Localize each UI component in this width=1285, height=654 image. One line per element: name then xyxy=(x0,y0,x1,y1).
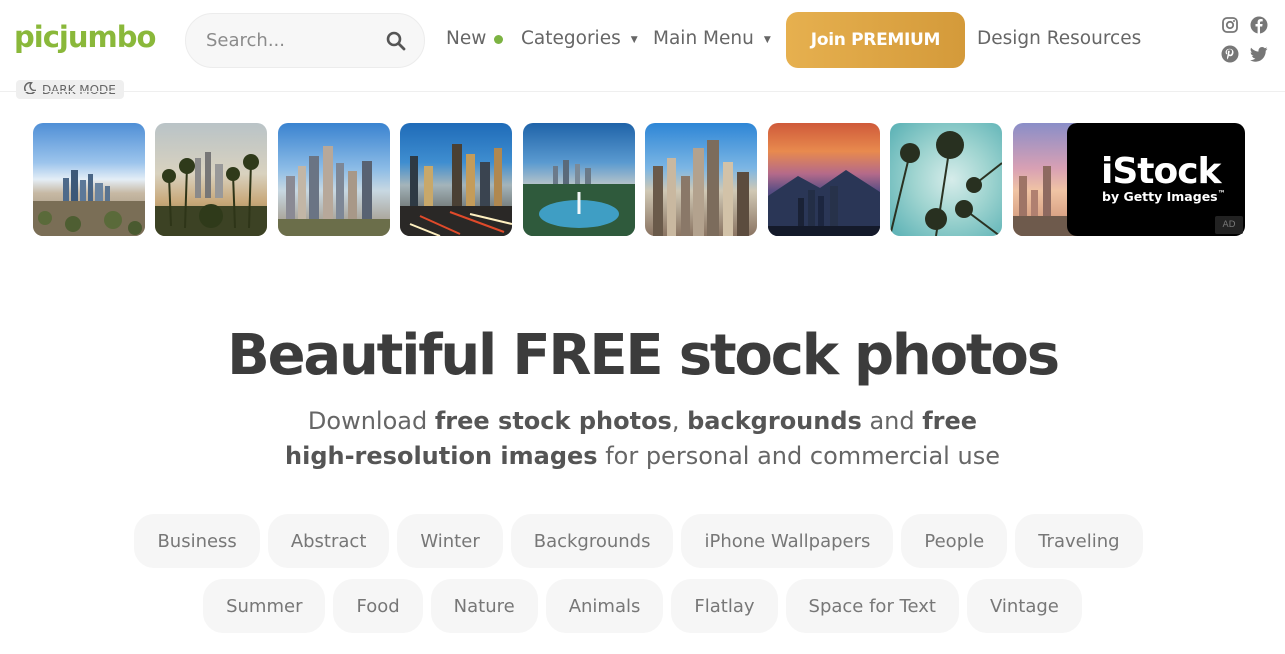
header-divider xyxy=(0,91,1285,92)
tag-business[interactable]: Business xyxy=(134,514,260,568)
dark-mode-label: DARK MODE xyxy=(42,82,116,97)
facebook-icon[interactable] xyxy=(1250,16,1268,34)
search-icon[interactable] xyxy=(386,31,406,55)
join-premium-button[interactable]: Join PREMIUM xyxy=(786,12,965,68)
tag-animals[interactable]: Animals xyxy=(545,579,664,633)
tag-iphone-wallpapers[interactable]: iPhone Wallpapers xyxy=(681,514,894,568)
nav-new[interactable]: New xyxy=(446,28,504,49)
tag-winter[interactable]: Winter xyxy=(397,514,503,568)
tag-food[interactable]: Food xyxy=(333,579,423,633)
nav-categories-label: Categories xyxy=(521,28,621,49)
moon-icon xyxy=(23,81,37,97)
thumbnail-photo[interactable] xyxy=(645,123,757,236)
instagram-icon[interactable] xyxy=(1222,17,1238,33)
thumbnail-photo[interactable] xyxy=(155,123,267,236)
thumbnail-photo[interactable] xyxy=(400,123,512,236)
istock-ad-banner[interactable]: iStock by Getty Images™ AD xyxy=(1067,123,1245,236)
thumbnail-photo[interactable] xyxy=(523,123,635,236)
tag-summer[interactable]: Summer xyxy=(203,579,326,633)
tag-abstract[interactable]: Abstract xyxy=(267,514,390,568)
tag-flatlay[interactable]: Flatlay xyxy=(671,579,778,633)
thumbnail-photo[interactable] xyxy=(33,123,145,236)
tag-backgrounds[interactable]: Backgrounds xyxy=(510,514,674,568)
search-input[interactable] xyxy=(186,30,376,51)
tag-space-for-text[interactable]: Space for Text xyxy=(785,579,959,633)
istock-logo: iStock xyxy=(1101,151,1221,192)
thumbnail-photo[interactable] xyxy=(768,123,880,236)
nav-new-label: New xyxy=(446,28,487,49)
logo[interactable]: picjumbo xyxy=(14,20,156,54)
nav-main-menu-label: Main Menu xyxy=(653,28,754,49)
hero-title: Beautiful FREE stock photos xyxy=(227,323,1060,388)
nav-design-resources[interactable]: Design Resources xyxy=(977,28,1141,49)
thumbnail-photo[interactable] xyxy=(278,123,390,236)
new-indicator-dot xyxy=(494,35,504,44)
caret-down-icon: ▼ xyxy=(763,35,771,45)
dark-mode-toggle[interactable]: DARK MODE xyxy=(16,80,124,99)
twitter-icon[interactable] xyxy=(1250,47,1268,62)
thumbnail-photo[interactable] xyxy=(890,123,1002,236)
tag-people[interactable]: People xyxy=(901,514,1008,568)
search-box xyxy=(185,13,425,68)
nav-main-menu[interactable]: Main Menu ▼ xyxy=(653,28,771,49)
category-tags-row: Business Abstract Winter Backgrounds iPh… xyxy=(0,514,1281,568)
istock-tagline: by Getty Images™ xyxy=(1102,189,1226,204)
caret-down-icon: ▼ xyxy=(630,35,638,45)
tag-traveling[interactable]: Traveling xyxy=(1015,514,1143,568)
ad-badge: AD xyxy=(1215,216,1243,234)
tag-vintage[interactable]: Vintage xyxy=(966,579,1082,633)
featured-thumbnails: iStock by Getty Images™ AD xyxy=(0,123,1285,236)
hero-subtitle: Download free stock photos, backgrounds … xyxy=(285,407,1000,470)
nav-categories[interactable]: Categories ▼ xyxy=(521,28,638,49)
category-tags-row: Summer Food Nature Animals Flatlay Space… xyxy=(0,579,1285,633)
pinterest-icon[interactable] xyxy=(1221,45,1239,63)
tag-nature[interactable]: Nature xyxy=(430,579,538,633)
